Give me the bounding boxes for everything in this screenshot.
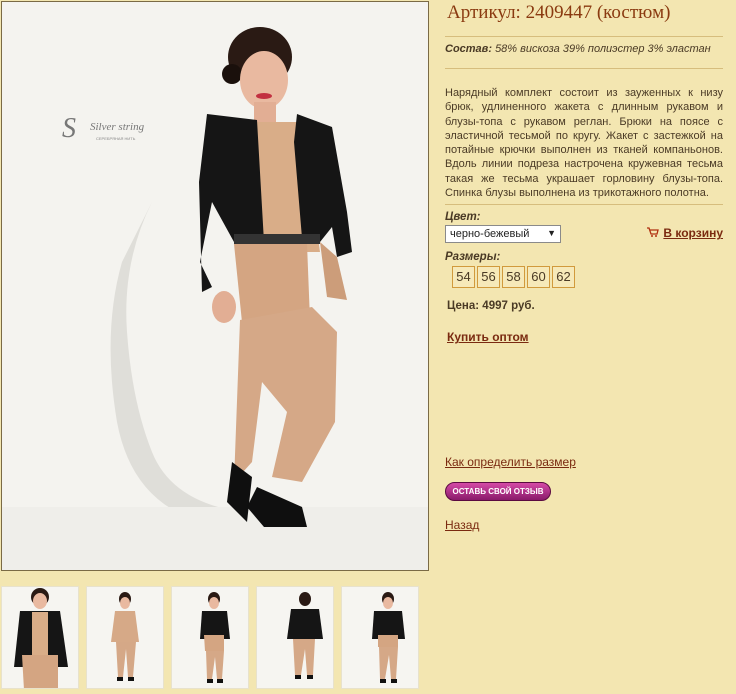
buy-wholesale-link[interactable]: Купить оптом	[445, 330, 723, 344]
divider	[445, 68, 723, 69]
svg-text:S: S	[62, 113, 76, 144]
composition-value: 58% вискоза 39% полиэстер 3% эластан	[495, 43, 711, 55]
thumbnail-2[interactable]	[86, 586, 164, 689]
size-option[interactable]: 62	[552, 266, 575, 289]
composition-label: Состав:	[445, 43, 492, 55]
leave-review-button[interactable]: ОСТАВЬ СВОЙ ОТЗЫВ	[445, 482, 551, 501]
cart-icon	[647, 226, 660, 240]
add-to-cart-link[interactable]: В корзину	[647, 226, 723, 240]
size-option[interactable]: 58	[502, 266, 525, 289]
color-select-value: черно-бежевый	[450, 228, 530, 241]
price: Цена: 4997 руб.	[447, 300, 535, 313]
size-option[interactable]: 56	[477, 266, 500, 289]
divider	[445, 36, 723, 37]
color-label: Цвет:	[445, 211, 481, 224]
color-select[interactable]: черно-бежевый ▼	[445, 225, 561, 244]
svg-text:СЕРЕБРЯНАЯ НИТЬ: СЕРЕБРЯНАЯ НИТЬ	[96, 136, 136, 141]
add-to-cart-label: В корзину	[663, 226, 723, 241]
product-info-panel: Артикул: 2409447 (костюм) Состав: 58% ви…	[445, 0, 723, 560]
size-option[interactable]: 60	[527, 266, 550, 289]
thumbnail-4[interactable]	[256, 586, 334, 689]
main-product-photo[interactable]: S Silver string СЕРЕБРЯНАЯ НИТЬ	[1, 1, 429, 571]
composition: Состав: 58% вискоза 39% полиэстер 3% эла…	[445, 42, 723, 56]
color-row: Цвет: черно-бежевый ▼ В корзину	[445, 211, 723, 245]
thumbnail-3[interactable]	[171, 586, 249, 689]
thumbnail-1[interactable]	[1, 586, 79, 689]
chevron-down-icon: ▼	[547, 228, 556, 239]
sizes-row: Размеры: 54 56 58 60 62	[445, 251, 723, 289]
svg-text:Silver string: Silver string	[90, 121, 145, 133]
size-option[interactable]: 54	[452, 266, 475, 289]
sizes-label: Размеры:	[445, 251, 501, 264]
thumbnail-5[interactable]	[341, 586, 419, 689]
product-title: Артикул: 2409447 (костюм)	[447, 2, 671, 23]
size-list: 54 56 58 60 62	[445, 266, 723, 289]
size-guide-link[interactable]: Как определить размер	[445, 455, 576, 469]
back-link[interactable]: Назад	[445, 518, 479, 532]
product-description: Нарядный комплект состоит из зауженных к…	[445, 87, 723, 200]
divider	[445, 204, 723, 206]
